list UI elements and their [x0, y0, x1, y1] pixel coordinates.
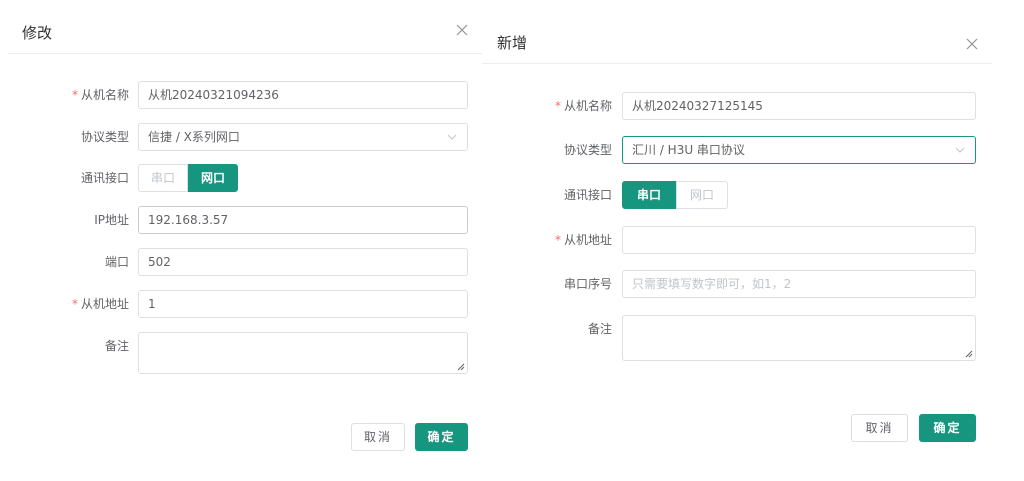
interface-option-serial[interactable]: 串口: [622, 181, 676, 209]
dialog-header: 新增: [482, 20, 992, 64]
resize-handle-icon[interactable]: [965, 350, 973, 358]
cancel-button[interactable]: 取消: [851, 414, 908, 442]
form-label: 协议类型: [80, 130, 129, 144]
form-row-slave-name: * 从机名称 从机20240327125145: [482, 92, 992, 120]
form-row-slave-addr: * 从机地址: [482, 226, 992, 254]
form-label: IP地址: [94, 213, 129, 227]
remark-textarea[interactable]: [622, 315, 976, 361]
form-label: * 从机地址: [554, 233, 612, 247]
form-label: 串口序号: [563, 277, 612, 291]
interface-option-network[interactable]: 网口: [188, 164, 238, 192]
required-mark: *: [554, 233, 561, 247]
chevron-down-icon: [955, 147, 965, 153]
slave-address-input[interactable]: [622, 226, 976, 254]
port-input[interactable]: 502: [138, 248, 468, 276]
slave-name-input[interactable]: 从机20240327125145: [622, 92, 976, 120]
form-row-interface: 通讯接口 串口 网口: [482, 181, 992, 209]
slave-address-input[interactable]: 1: [138, 290, 468, 318]
form-label: 端口: [104, 255, 129, 269]
form-row-remark: 备注: [482, 315, 992, 361]
form-label: 协议类型: [563, 143, 612, 157]
form-row-protocol: 协议类型 信捷 / X系列网口: [8, 123, 482, 151]
form-label: * 从机名称: [554, 99, 612, 113]
form-row-port: 端口 502: [8, 248, 482, 276]
form-row-slave-addr: * 从机地址 1: [8, 290, 482, 318]
form-label: * 从机名称: [71, 88, 129, 102]
close-icon[interactable]: [454, 22, 470, 38]
form-label: * 从机地址: [71, 297, 129, 311]
form-label: 备注: [587, 322, 612, 336]
form-row-slave-name: * 从机名称 从机20240321094236: [8, 81, 482, 109]
dialog-header: 修改: [8, 8, 482, 54]
interface-toggle: 串口 网口: [622, 181, 728, 209]
form-row-protocol: 协议类型 汇川 / H3U 串口协议: [482, 136, 992, 164]
slave-name-input[interactable]: 从机20240321094236: [138, 81, 468, 109]
cancel-button[interactable]: 取消: [351, 423, 405, 451]
chevron-down-icon: [447, 134, 457, 140]
remark-textarea[interactable]: [138, 332, 468, 374]
serial-number-input[interactable]: 只需要填写数字即可，如1，2: [622, 270, 976, 298]
form-row-interface: 通讯接口 串口 网口: [8, 164, 482, 192]
interface-toggle: 串口 网口: [138, 164, 238, 192]
confirm-button[interactable]: 确定: [919, 414, 976, 442]
resize-handle-icon[interactable]: [457, 363, 465, 371]
interface-option-network[interactable]: 网口: [676, 181, 728, 209]
close-icon[interactable]: [964, 36, 980, 52]
dialog-title: 新增: [497, 34, 528, 52]
edit-slave-dialog: 修改 * 从机名称 从机20240321094236 协议类型 信捷 / X系列网…: [8, 8, 482, 468]
required-mark: *: [554, 99, 561, 113]
protocol-select[interactable]: 汇川 / H3U 串口协议: [622, 136, 976, 164]
form-label: 通讯接口: [80, 171, 129, 185]
required-mark: *: [71, 88, 78, 102]
form-row-serial-no: 串口序号 只需要填写数字即可，如1，2: [482, 270, 992, 298]
form-label: 备注: [104, 339, 129, 353]
protocol-select[interactable]: 信捷 / X系列网口: [138, 123, 468, 151]
dialog-title: 修改: [22, 24, 53, 42]
ip-input[interactable]: 192.168.3.57: [138, 206, 468, 234]
new-slave-dialog: 新增 * 从机名称 从机20240327125145 协议类型 汇川 / H3U …: [482, 20, 992, 470]
required-mark: *: [71, 297, 78, 311]
form-row-ip: IP地址 192.168.3.57: [8, 206, 482, 234]
form-label: 通讯接口: [563, 188, 612, 202]
confirm-button[interactable]: 确定: [415, 423, 468, 451]
interface-option-serial[interactable]: 串口: [138, 164, 188, 192]
form-row-remark: 备注: [8, 332, 482, 374]
